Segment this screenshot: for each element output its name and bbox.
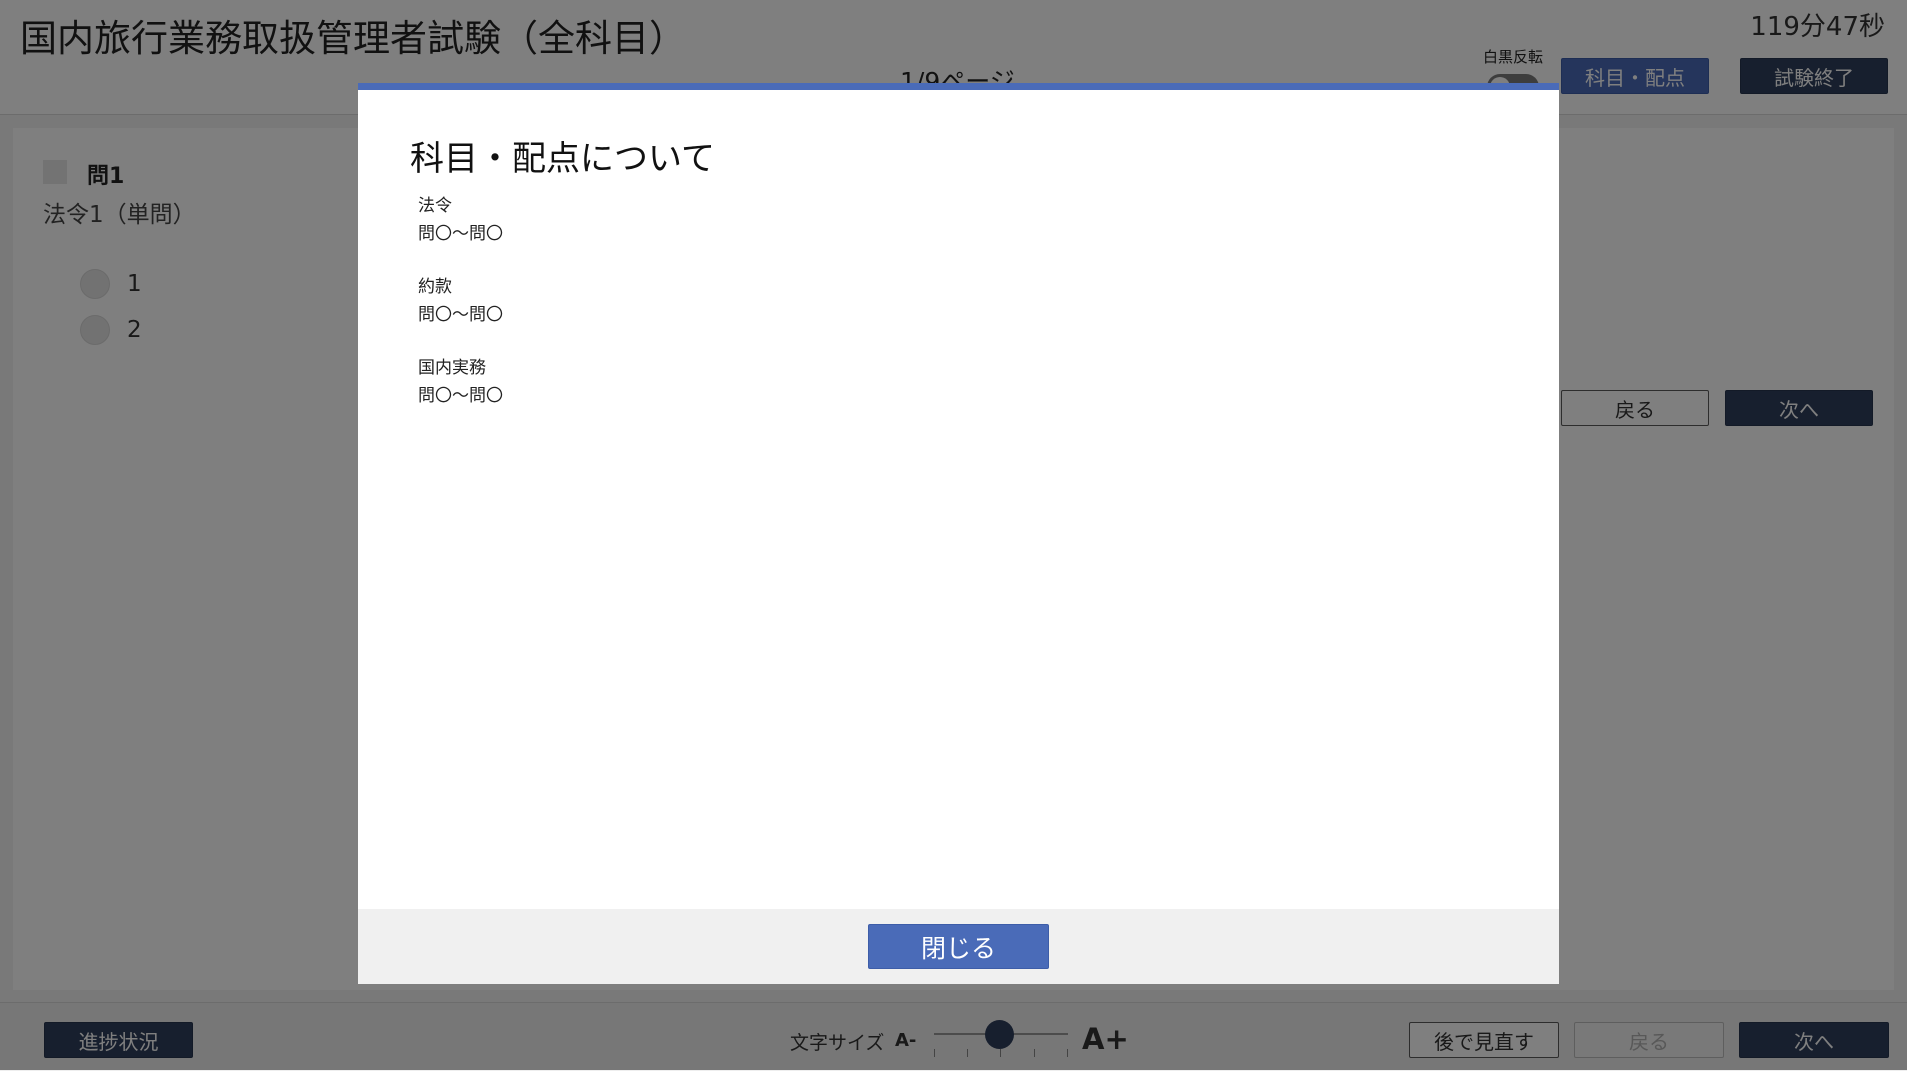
section-range-terms: 問〇〜問〇 [418, 305, 503, 325]
close-button[interactable]: 閉じる [868, 924, 1049, 969]
section-name-law: 法令 [418, 196, 452, 216]
dialog-title: 科目・配点について [410, 139, 715, 179]
section-range-law: 問〇〜問〇 [418, 224, 503, 244]
section-range-domestic: 問〇〜問〇 [418, 386, 503, 406]
section-name-domestic: 国内実務 [418, 358, 486, 378]
subjects-scoring-dialog [358, 83, 1559, 984]
section-name-terms: 約款 [418, 277, 452, 297]
